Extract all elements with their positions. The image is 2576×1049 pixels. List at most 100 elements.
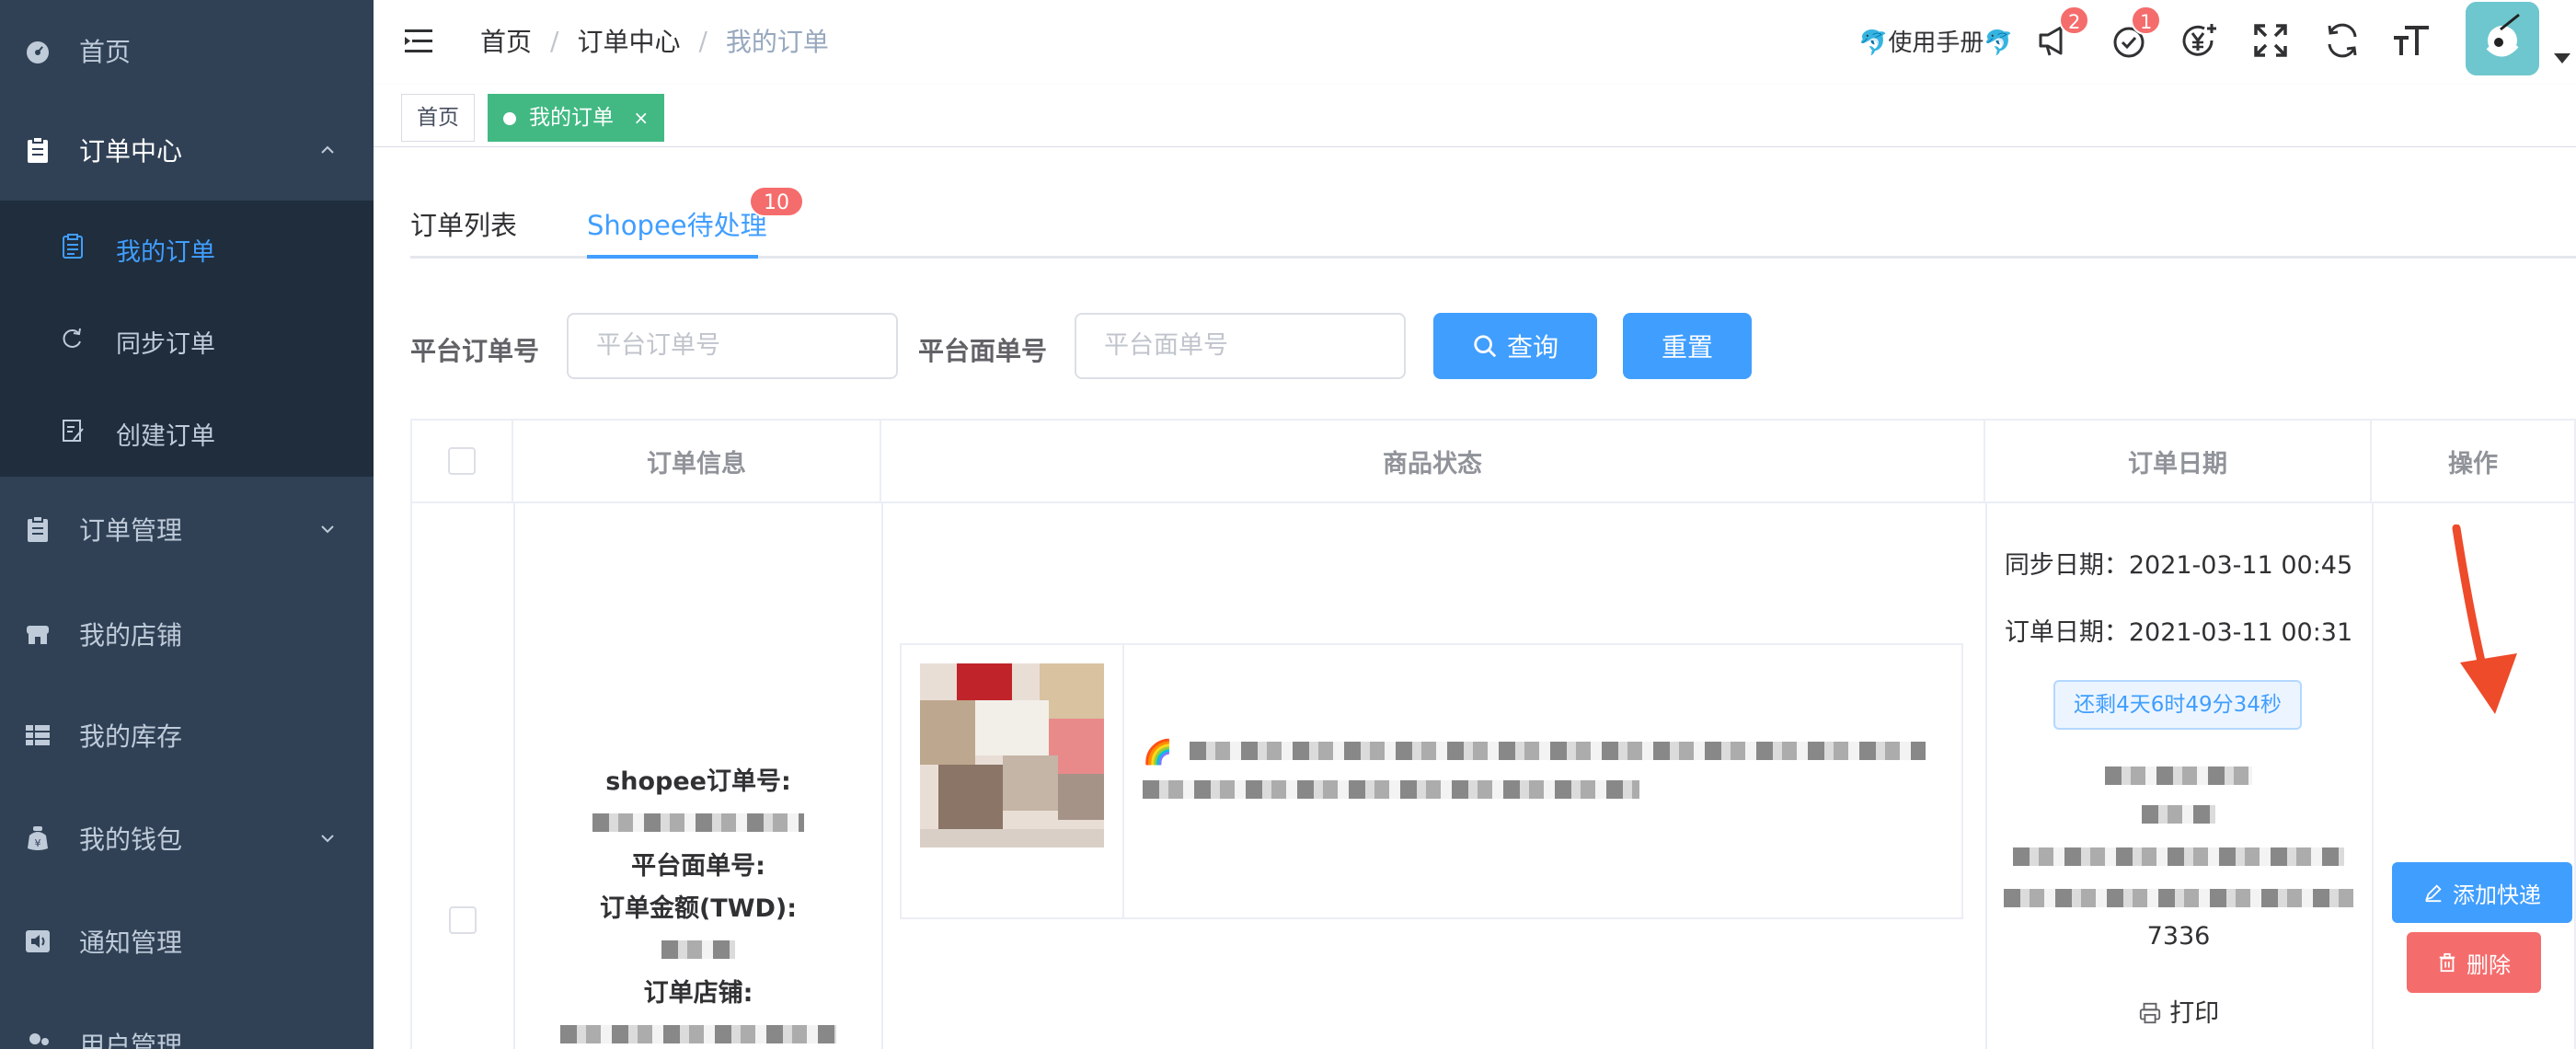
app-root: 首页 订单中心 我的订单 同步订单 创建订单 订单管理 我的店铺 我的库存 ¥ … bbox=[0, 0, 2576, 1049]
caret-down-icon[interactable] bbox=[2554, 53, 2570, 63]
redacted-text bbox=[661, 940, 735, 959]
product-thumbnail[interactable] bbox=[920, 663, 1104, 847]
sidebar-item-user-management[interactable]: 用户管理 bbox=[0, 994, 374, 1049]
user-icon bbox=[29, 1033, 49, 1045]
tab-shopee-pending[interactable]: Shopee待处理 bbox=[587, 204, 767, 243]
tag-home[interactable]: 首页 bbox=[401, 94, 475, 142]
select-all-checkbox[interactable] bbox=[448, 447, 476, 475]
navbar: 首页 / 订单中心 / 我的订单 bbox=[374, 0, 2576, 85]
trash-icon bbox=[2439, 952, 2455, 973]
header-select-cell bbox=[412, 421, 513, 501]
breadcrumb-order-center[interactable]: 订单中心 bbox=[577, 22, 680, 59]
sheet-label: 平台面单号: bbox=[631, 852, 765, 881]
sidebar-subitem-label: 同步订单 bbox=[116, 330, 215, 359]
column-header: 操作 bbox=[2372, 421, 2574, 501]
search-form: 平台订单号 平台订单号 平台面单号 平台面单号 查询 重置 bbox=[410, 313, 2526, 381]
header-divider bbox=[412, 501, 2576, 503]
todo-badge: 1 bbox=[2131, 6, 2162, 35]
printer-icon bbox=[2139, 1002, 2160, 1024]
sidebar-subitem-label: 创建订单 bbox=[116, 422, 215, 451]
delete-label: 删除 bbox=[2467, 951, 2511, 978]
address-redacted-4 bbox=[1985, 885, 2372, 914]
sidebar-item-notification[interactable]: 通知管理 bbox=[0, 891, 374, 992]
order-info: shopee订单号: 平台面单号: 订单金额(TWD): 订单店铺: bbox=[515, 761, 881, 1049]
wallet-icon: ¥ bbox=[28, 826, 48, 850]
sidebar-item-order-management[interactable]: 订单管理 bbox=[0, 478, 374, 580]
sidebar-item-label: 我的店铺 bbox=[79, 620, 183, 651]
sidebar-subitem-create-order[interactable]: 创建订单 bbox=[0, 385, 374, 477]
chevron-up-icon bbox=[321, 145, 334, 154]
sidebar-item-home[interactable]: 首页 bbox=[0, 0, 374, 101]
sidebar-item-label: 首页 bbox=[79, 37, 132, 67]
order-date: 订单日期：2021-03-11 00:31 bbox=[2004, 618, 2353, 647]
redacted-text bbox=[592, 813, 804, 832]
chevron-down-icon bbox=[321, 525, 334, 534]
avatar-image bbox=[2466, 2, 2539, 75]
amount-label: 订单金额(TWD): bbox=[599, 894, 798, 923]
product-card: 🌈 bbox=[900, 643, 1963, 919]
grid-icon bbox=[26, 725, 50, 745]
row-checkbox[interactable] bbox=[449, 906, 477, 934]
sidebar: 首页 订单中心 我的订单 同步订单 创建订单 订单管理 我的店铺 我的库存 ¥ … bbox=[0, 0, 374, 1049]
shopee-order-label: shopee订单号: bbox=[605, 767, 791, 796]
font-size-icon[interactable] bbox=[2392, 20, 2432, 61]
column-header: 商品状态 bbox=[881, 421, 1985, 501]
delete-button[interactable]: 删除 bbox=[2407, 932, 2541, 993]
sidebar-item-my-shops[interactable]: 我的店铺 bbox=[0, 583, 374, 685]
clipboard-icon bbox=[28, 136, 48, 163]
search-icon bbox=[1474, 335, 1497, 358]
redacted-text bbox=[2105, 767, 2252, 785]
sidebar-subitem-sync-orders[interactable]: 同步订单 bbox=[0, 293, 374, 385]
platform-sheet-input[interactable]: 平台面单号 bbox=[1075, 313, 1406, 379]
platform-sheet-label: 平台面单号 bbox=[918, 336, 1048, 366]
shop-icon bbox=[27, 626, 49, 644]
address-redacted-2 bbox=[1985, 801, 2372, 830]
sidebar-item-label: 我的库存 bbox=[79, 721, 183, 752]
fullscreen-icon[interactable] bbox=[2250, 20, 2291, 61]
shopee-order-value bbox=[515, 803, 881, 846]
chevron-down-icon bbox=[321, 835, 334, 843]
sidebar-item-my-wallet[interactable]: ¥ 我的钱包 bbox=[0, 788, 374, 889]
user-manual-link[interactable]: 🐬使用手册🐬 bbox=[1858, 24, 2014, 58]
sidebar-subitem-my-orders[interactable]: 我的订单 bbox=[0, 201, 374, 293]
speaker-icon bbox=[26, 930, 50, 952]
yen-add-icon[interactable] bbox=[2179, 20, 2219, 61]
redacted-text bbox=[2004, 889, 2353, 907]
breadcrumb-current: 我的订单 bbox=[725, 27, 829, 57]
product-title: 🌈 bbox=[1143, 739, 1934, 805]
refresh-icon[interactable] bbox=[2322, 20, 2363, 61]
hamburger-icon[interactable] bbox=[403, 26, 434, 57]
address-redacted-3 bbox=[1985, 844, 2372, 872]
add-express-button[interactable]: 添加快递 bbox=[2392, 862, 2572, 923]
edit-icon bbox=[2425, 884, 2442, 903]
document-icon bbox=[63, 234, 83, 259]
query-button[interactable]: 查询 bbox=[1433, 313, 1597, 379]
close-icon[interactable]: × bbox=[633, 107, 649, 129]
sidebar-item-label: 用户管理 bbox=[79, 1031, 183, 1049]
sidebar-item-my-inventory[interactable]: 我的库存 bbox=[0, 685, 374, 786]
svg-text:¥: ¥ bbox=[35, 837, 41, 849]
avatar[interactable] bbox=[2466, 2, 2539, 75]
sync-date: 同步日期：2021-03-11 00:45 bbox=[2004, 551, 2353, 580]
tab-order-list[interactable]: 订单列表 bbox=[410, 204, 517, 243]
countdown-tag: 还剩4天6时49分34秒 bbox=[2053, 680, 2302, 730]
column-divider bbox=[2372, 503, 2374, 1049]
annotation-arrow-icon bbox=[2452, 524, 2517, 714]
active-dot-icon bbox=[503, 112, 516, 125]
sidebar-item-label: 订单管理 bbox=[79, 515, 183, 546]
sidebar-item-order-center[interactable]: 订单中心 bbox=[0, 99, 374, 201]
main-content: 订单列表 Shopee待处理 10 平台订单号 平台订单号 平台面单号 平台面单… bbox=[374, 147, 2576, 1049]
platform-order-input[interactable]: 平台订单号 bbox=[567, 313, 898, 379]
query-label: 查询 bbox=[1506, 332, 1558, 363]
sidebar-subitem-label: 我的订单 bbox=[116, 238, 215, 267]
breadcrumb-home[interactable]: 首页 bbox=[480, 22, 532, 59]
product-divider bbox=[1122, 645, 1124, 917]
platform-order-label: 平台订单号 bbox=[410, 336, 540, 366]
tag-my-orders[interactable]: 我的订单 × bbox=[488, 94, 665, 142]
redacted-text bbox=[2013, 847, 2344, 866]
tag-label: 首页 bbox=[417, 106, 459, 130]
column-divider bbox=[881, 503, 883, 1049]
reset-button[interactable]: 重置 bbox=[1623, 313, 1752, 379]
print-link[interactable]: 打印 bbox=[1985, 993, 2372, 1029]
orders-table: 订单信息 商品状态 订单日期 操作 shopee订单号: 平台面单号: 订单金额… bbox=[410, 419, 2576, 1049]
